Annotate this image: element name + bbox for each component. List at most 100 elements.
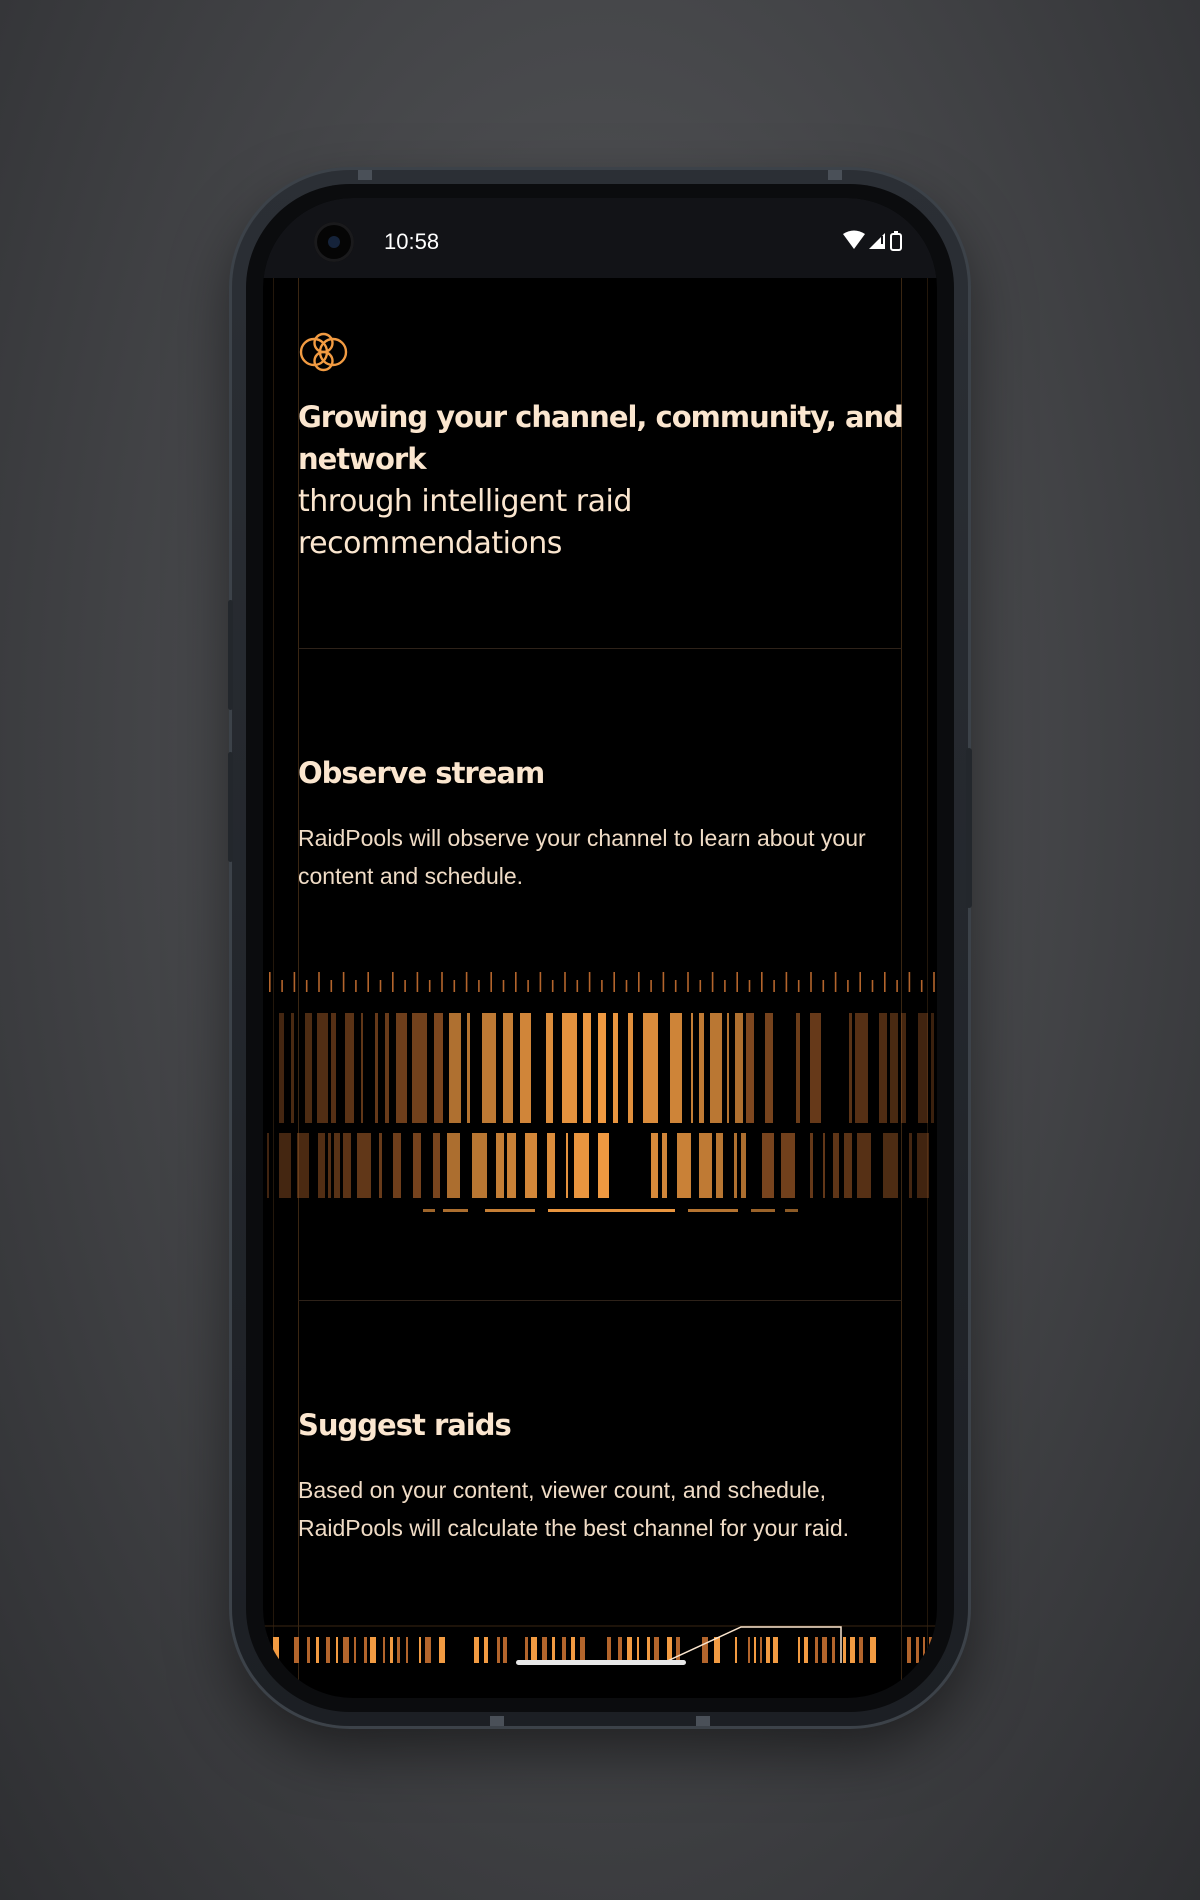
timeline-tick <box>797 980 800 992</box>
stream-bar <box>546 1013 553 1123</box>
home-indicator[interactable] <box>516 1660 686 1665</box>
timeline-tick <box>404 980 406 992</box>
timeline-tick <box>613 972 615 992</box>
raid-bar <box>497 1637 500 1663</box>
front-camera <box>314 222 354 262</box>
raid-bar <box>929 1637 932 1663</box>
stream-bar <box>699 1013 704 1123</box>
power-button[interactable] <box>966 748 972 908</box>
stream-bar <box>503 1013 513 1123</box>
raid-bar <box>832 1637 835 1663</box>
section-divider <box>298 1300 902 1301</box>
raid-bar <box>336 1637 338 1663</box>
stream-bar <box>734 1133 737 1198</box>
raid-bar <box>907 1637 911 1663</box>
stream-bar <box>662 1133 667 1198</box>
stream-bar <box>396 1013 407 1123</box>
stream-bar <box>857 1133 871 1198</box>
stream-bar <box>279 1133 291 1198</box>
raid-bar <box>850 1637 855 1663</box>
stream-bar <box>496 1133 504 1198</box>
highlight-segment <box>485 1209 535 1212</box>
raid-bar <box>503 1637 507 1663</box>
stream-bar <box>562 1013 577 1123</box>
stream-bar <box>823 1133 825 1198</box>
timeline-tick <box>318 972 320 992</box>
stream-bar <box>334 1133 340 1198</box>
stream-bar <box>566 1133 568 1198</box>
timeline-tick <box>662 972 665 992</box>
timeline-tick <box>822 980 825 992</box>
side-key <box>228 752 233 862</box>
wifi-icon <box>843 230 865 249</box>
timeline-tick <box>527 980 529 992</box>
raid-bar <box>273 1637 279 1663</box>
raid-bar <box>798 1637 800 1663</box>
timeline-tick <box>625 980 628 992</box>
frame-antenna-band <box>828 170 842 180</box>
timeline-tick <box>293 972 296 992</box>
timeline-tick <box>785 972 788 992</box>
stream-bar <box>613 1013 618 1123</box>
raid-bar <box>804 1637 808 1663</box>
raid-bar <box>754 1637 756 1663</box>
timeline-tick <box>748 980 751 992</box>
timeline-tick <box>908 972 911 992</box>
stream-bar <box>393 1133 401 1198</box>
raid-bar <box>766 1637 770 1663</box>
stream-bar <box>291 1013 294 1123</box>
stream-bar <box>844 1133 852 1198</box>
timeline-tick <box>588 972 591 992</box>
timeline-tick <box>761 972 763 992</box>
timeline-tick <box>884 972 886 992</box>
raid-bar <box>484 1637 488 1663</box>
stream-bar <box>598 1013 606 1123</box>
observe-stream-title: Observe stream <box>298 756 545 790</box>
interlocking-rings-icon <box>299 332 348 372</box>
raid-highlight-outline <box>662 1626 842 1664</box>
raid-bar <box>364 1637 367 1663</box>
stream-bar <box>931 1013 934 1123</box>
raid-bar <box>343 1637 349 1663</box>
stream-bar <box>746 1013 754 1123</box>
stream-bar <box>467 1013 470 1123</box>
timeline-tick <box>576 980 579 992</box>
highlight-segment <box>785 1209 798 1212</box>
raid-bar <box>307 1637 310 1663</box>
timeline-tick <box>551 980 554 992</box>
stream-bar <box>677 1133 691 1198</box>
stream-bar <box>379 1133 382 1198</box>
section-divider <box>298 648 902 649</box>
stream-bar <box>796 1013 800 1123</box>
raid-bar <box>916 1637 919 1663</box>
raid-bar <box>923 1637 925 1663</box>
stream-bar <box>901 1013 906 1123</box>
scroll-content[interactable]: Growing your channel, community, and net… <box>263 278 937 1698</box>
raid-bar <box>406 1637 408 1663</box>
stream-bar <box>849 1013 852 1123</box>
stream-bar <box>433 1133 440 1198</box>
stream-bar <box>810 1133 813 1198</box>
stream-bar <box>762 1133 774 1198</box>
raid-bar <box>714 1637 720 1663</box>
timeline-tick <box>441 972 443 992</box>
raid-bar <box>773 1637 778 1663</box>
stream-bar <box>361 1013 363 1123</box>
stream-bar <box>507 1133 516 1198</box>
highlight-segment <box>443 1209 468 1212</box>
timeline-tick <box>355 980 357 992</box>
timeline-tick <box>920 980 923 992</box>
timeline-tick <box>453 980 456 992</box>
side-key <box>228 600 233 710</box>
timeline-tick <box>428 980 431 992</box>
timeline-tick <box>847 980 849 992</box>
highlight-segment <box>548 1209 675 1212</box>
stream-bar <box>305 1013 312 1123</box>
stream-bar <box>643 1013 658 1123</box>
stream-bar <box>628 1013 633 1123</box>
stream-bar <box>651 1133 658 1198</box>
raid-bar <box>370 1637 376 1663</box>
raid-bar <box>702 1637 708 1663</box>
timeline-tick <box>392 972 394 992</box>
stream-bar <box>328 1133 331 1198</box>
